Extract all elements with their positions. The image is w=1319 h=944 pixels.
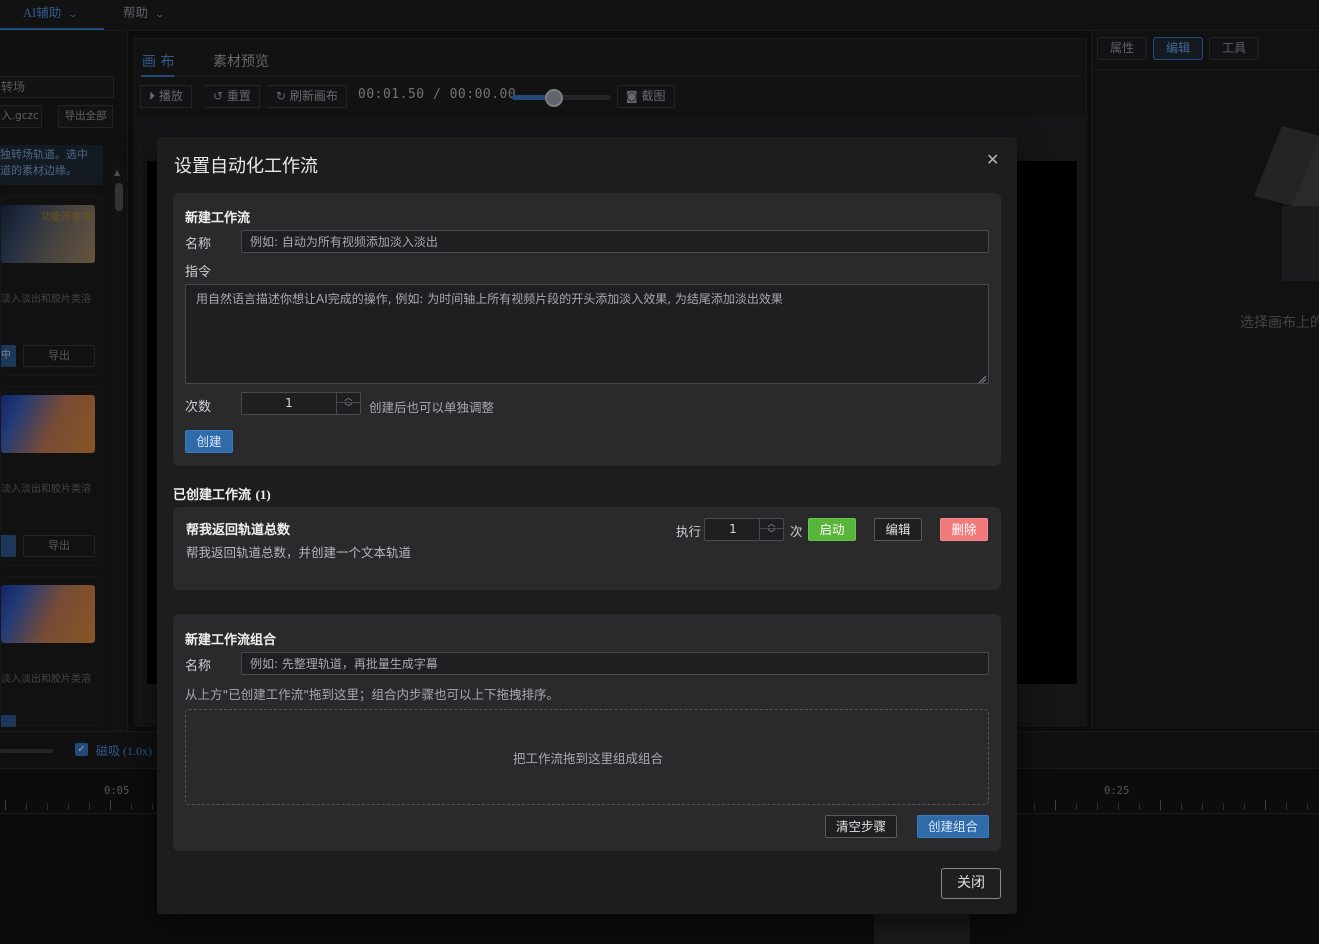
close-icon[interactable]: ✕ [986, 150, 999, 169]
group-name-label: 名称 [185, 659, 212, 674]
workflow-name: 帮我返回轨道总数 [186, 523, 291, 538]
workflow-dialog: 设置自动化工作流 ✕ 新建工作流 名称 指令 次数 1 ︿ ﹀ 创建后也可以单独… [157, 137, 1017, 914]
name-label: 名称 [185, 237, 212, 252]
dialog-title: 设置自动化工作流 [174, 156, 318, 177]
decrement-icon[interactable]: ﹀ [760, 529, 783, 539]
count-value[interactable]: 1 [242, 393, 336, 414]
times-label: 次 [790, 524, 803, 539]
created-workflows-heading: 已创建工作流 (1) [173, 484, 271, 503]
dropzone-text: 把工作流拖到这里组成组合 [512, 751, 663, 766]
created-heading-text: 已创建工作流 [173, 488, 252, 503]
stepper-arrows: ︿ ﹀ [759, 519, 783, 540]
count-label: 次数 [185, 400, 212, 415]
group-help-text: 从上方"已创建工作流"拖到这里；组合内步骤也可以上下拖拽排序。 [185, 687, 560, 702]
new-workflow-section: 新建工作流 名称 指令 次数 1 ︿ ﹀ 创建后也可以单独调整 创建 [173, 193, 1001, 466]
decrement-icon[interactable]: ﹀ [337, 403, 360, 413]
section-title: 新建工作流组合 [185, 633, 277, 648]
delete-workflow-button[interactable]: 删除 [940, 518, 988, 541]
section-title: 新建工作流 [185, 211, 251, 226]
instruction-label: 指令 [185, 265, 212, 280]
stepper-arrows: ︿ ﹀ [336, 393, 360, 414]
create-workflow-button[interactable]: 创建 [185, 430, 233, 453]
created-count: (1) [255, 487, 271, 502]
edit-workflow-button[interactable]: 编辑 [874, 518, 922, 541]
exec-count-stepper[interactable]: 1 ︿ ﹀ [704, 518, 784, 541]
create-group-button[interactable]: 创建组合 [917, 815, 989, 838]
new-workflow-group-section: 新建工作流组合 名称 从上方"已创建工作流"拖到这里；组合内步骤也可以上下拖拽排… [173, 614, 1001, 851]
workflow-description: 帮我返回轨道总数，并创建一个文本轨道 [186, 545, 412, 560]
instruction-textarea[interactable] [185, 284, 989, 384]
increment-icon[interactable]: ︿ [760, 519, 783, 529]
exec-count-value[interactable]: 1 [705, 519, 761, 540]
increment-icon[interactable]: ︿ [337, 393, 360, 403]
clear-steps-button[interactable]: 清空步骤 [825, 815, 897, 838]
exec-label: 执行 [676, 524, 702, 539]
count-stepper[interactable]: 1 ︿ ﹀ [241, 392, 361, 415]
group-dropzone[interactable]: 把工作流拖到这里组成组合 [185, 709, 989, 805]
count-hint: 创建后也可以单独调整 [369, 400, 495, 415]
start-workflow-button[interactable]: 启动 [808, 518, 856, 541]
group-name-input[interactable] [241, 652, 989, 675]
close-dialog-button[interactable]: 关闭 [941, 868, 1001, 899]
workflow-item: 帮我返回轨道总数 帮我返回轨道总数，并创建一个文本轨道 执行 1 ︿ ﹀ 次 启… [173, 507, 1001, 590]
resize-handle-icon[interactable] [977, 374, 987, 384]
workflow-name-input[interactable] [241, 230, 989, 253]
